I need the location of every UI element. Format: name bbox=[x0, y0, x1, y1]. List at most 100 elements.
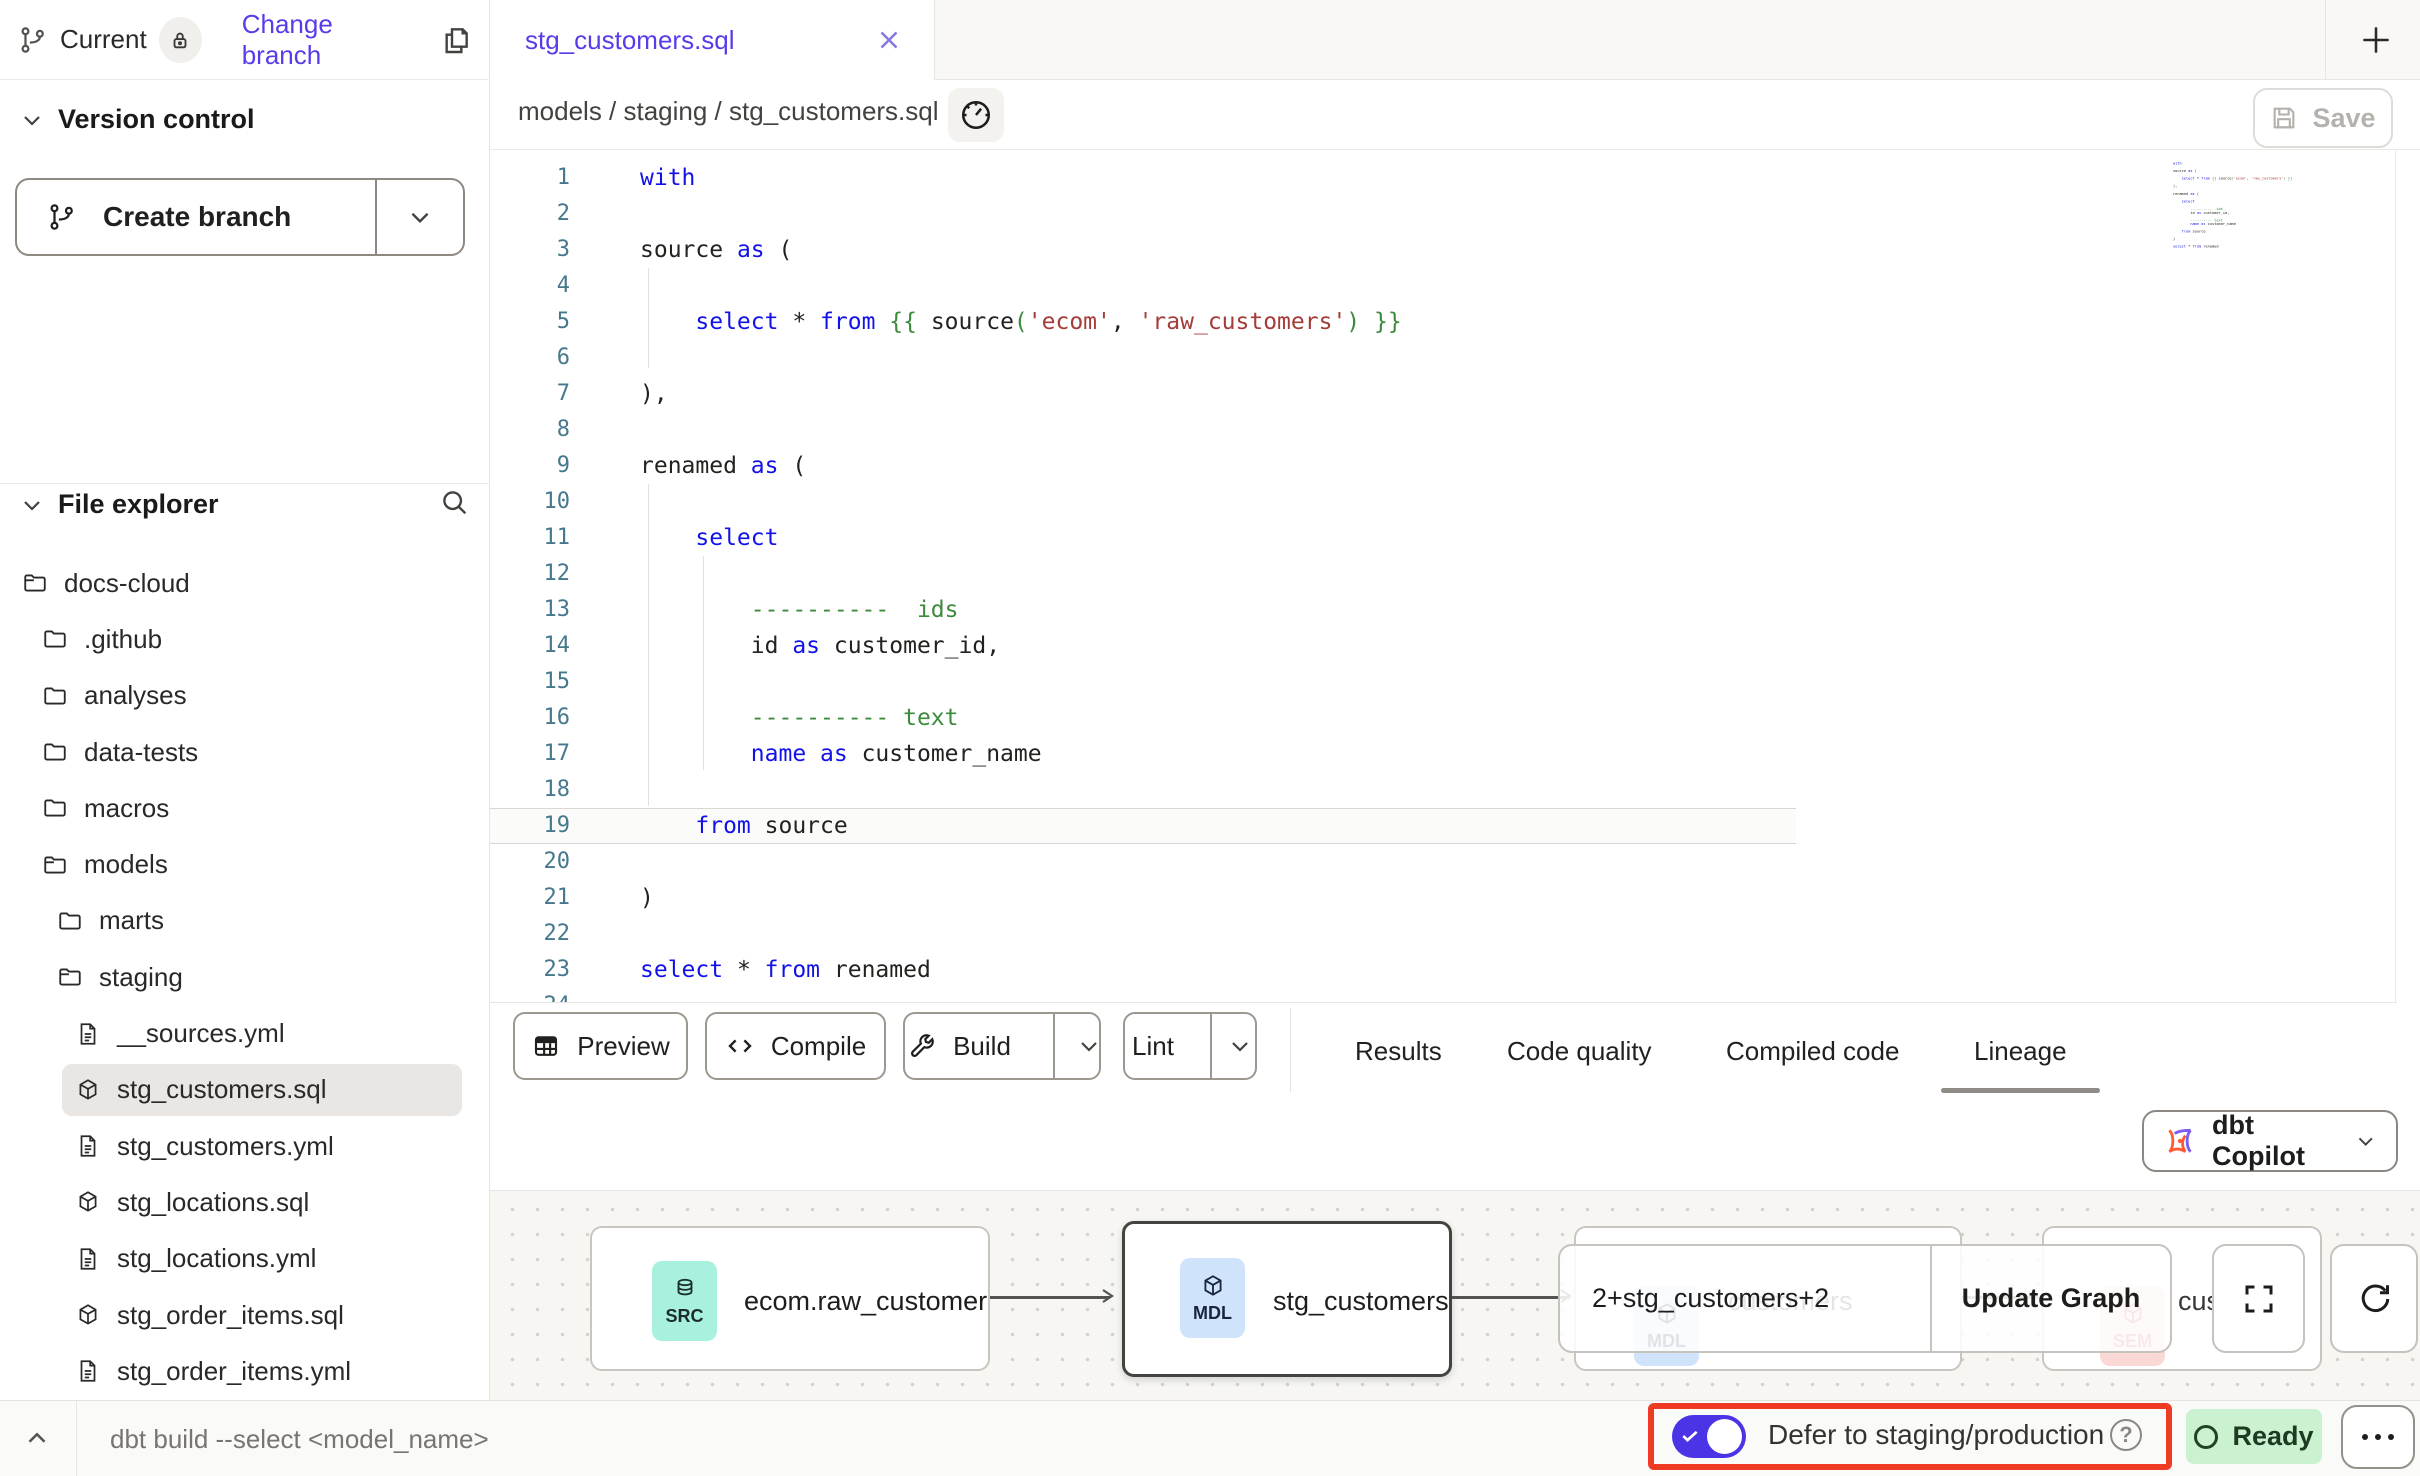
active-tab-underline bbox=[1941, 1088, 2100, 1093]
lint-label: Lint bbox=[1132, 1031, 1174, 1062]
chevron-up-icon[interactable] bbox=[22, 1423, 52, 1453]
dbt-cloud-ide: Current Change branch Version control Cr… bbox=[0, 0, 2420, 1476]
file-tree-item[interactable]: stg_customers.sql bbox=[0, 1062, 490, 1118]
ready-circle-icon bbox=[2194, 1425, 2218, 1449]
plus-icon bbox=[2357, 21, 2395, 59]
line-number: 11 bbox=[490, 520, 600, 556]
line-number: 6 bbox=[490, 340, 600, 376]
line-number: 21 bbox=[490, 880, 600, 916]
code-lines: 1with23source as (45 select * from {{ so… bbox=[490, 160, 2397, 1003]
gauge-icon bbox=[958, 97, 994, 133]
editor-right-border bbox=[2395, 150, 2396, 1003]
change-branch-link[interactable]: Change branch bbox=[242, 9, 408, 71]
file-tree-item[interactable]: docs-cloud bbox=[0, 555, 490, 611]
build-button[interactable]: Build bbox=[903, 1012, 1101, 1080]
preview-label: Preview bbox=[577, 1031, 669, 1062]
file-tree-item[interactable]: models bbox=[0, 836, 490, 892]
file-tree-label: docs-cloud bbox=[64, 568, 190, 599]
preview-button[interactable]: Preview bbox=[513, 1012, 688, 1080]
create-branch-dropdown[interactable] bbox=[375, 180, 463, 254]
file-yml-icon bbox=[75, 1133, 101, 1159]
file-tree-item[interactable]: __sources.yml bbox=[0, 1005, 490, 1061]
file-tree-label: stg_customers.yml bbox=[117, 1131, 334, 1162]
file-yml-icon bbox=[75, 1358, 101, 1384]
folder-icon bbox=[42, 683, 68, 709]
lineage-node-stg-customers[interactable]: MDL stg_customers bbox=[1122, 1221, 1452, 1377]
branch-locked-chip bbox=[159, 17, 202, 63]
defer-toggle[interactable] bbox=[1672, 1415, 1746, 1458]
new-tab-button[interactable] bbox=[2352, 16, 2400, 64]
folder-icon bbox=[42, 795, 68, 821]
file-tree-item[interactable]: macros bbox=[0, 780, 490, 836]
build-main[interactable]: Build bbox=[881, 1014, 1037, 1078]
lineage-edge bbox=[1452, 1296, 1570, 1299]
line-number: 10 bbox=[490, 484, 600, 520]
file-tree-label: marts bbox=[99, 905, 164, 936]
tab-title: stg_customers.sql bbox=[525, 25, 735, 56]
file-explorer-header[interactable]: File explorer bbox=[20, 489, 219, 520]
source-badge: SRC bbox=[652, 1261, 717, 1341]
file-tree-item[interactable]: stg_locations.yml bbox=[0, 1231, 490, 1287]
fullscreen-button[interactable] bbox=[2212, 1244, 2305, 1353]
file-tree-item[interactable]: stg_order_items.sql bbox=[0, 1287, 490, 1343]
search-icon[interactable] bbox=[438, 486, 470, 518]
tab-compiled-code[interactable]: Compiled code bbox=[1726, 1003, 1899, 1100]
more-options-button[interactable] bbox=[2341, 1405, 2415, 1469]
file-tree-label: data-tests bbox=[84, 737, 198, 768]
file-tree-item[interactable]: staging bbox=[0, 949, 490, 1005]
tab-lineage[interactable]: Lineage bbox=[1974, 1003, 2067, 1100]
file-tree-item[interactable]: marts bbox=[0, 893, 490, 949]
copy-icon[interactable] bbox=[440, 24, 472, 56]
file-tree-item[interactable]: stg_customers.yml bbox=[0, 1118, 490, 1174]
ready-label: Ready bbox=[2232, 1421, 2313, 1452]
lineage-selector-input[interactable]: 2+stg_customers+2 bbox=[1560, 1283, 1930, 1314]
file-tree-label: analyses bbox=[84, 680, 187, 711]
model-badge: MDL bbox=[1180, 1258, 1245, 1338]
file-tree-item[interactable]: stg_order_items.yml bbox=[0, 1343, 490, 1399]
save-button[interactable]: Save bbox=[2253, 88, 2393, 148]
tab-stg-customers-sql[interactable]: stg_customers.sql bbox=[490, 0, 935, 80]
tab-code-quality[interactable]: Code quality bbox=[1507, 1003, 1652, 1100]
file-tree-item[interactable]: stg_locations.sql bbox=[0, 1174, 490, 1230]
line-number: 9 bbox=[490, 448, 600, 484]
lint-main[interactable]: Lint bbox=[1112, 1014, 1194, 1078]
lineage-node-source[interactable]: SRC ecom.raw_customers bbox=[590, 1226, 990, 1371]
version-control-header[interactable]: Version control bbox=[20, 104, 255, 135]
dbt-copilot-button[interactable]: dbt Copilot bbox=[2142, 1110, 2398, 1172]
file-tree: docs-cloud .github analyses data-tests macro… bbox=[0, 555, 490, 1399]
lint-dropdown[interactable] bbox=[1210, 1014, 1268, 1078]
lineage-panel[interactable]: SRC ecom.raw_customers MDL stg_customers… bbox=[490, 1190, 2420, 1400]
line-number: 18 bbox=[490, 772, 600, 808]
line-number: 3 bbox=[490, 232, 600, 268]
update-graph-button[interactable]: Update Graph bbox=[1930, 1246, 2170, 1351]
branch-bar: Current Change branch bbox=[0, 0, 490, 80]
close-icon[interactable] bbox=[874, 25, 904, 55]
code-editor[interactable]: 1with23source as (45 select * from {{ so… bbox=[490, 150, 2397, 1003]
code-line: 22 bbox=[490, 916, 2397, 952]
code-icon bbox=[725, 1031, 755, 1061]
refresh-button[interactable] bbox=[2330, 1244, 2418, 1353]
compile-button[interactable]: Compile bbox=[705, 1012, 886, 1080]
tab-results[interactable]: Results bbox=[1355, 1003, 1442, 1100]
help-icon[interactable]: ? bbox=[2110, 1419, 2142, 1451]
create-branch-button[interactable]: Create branch bbox=[15, 178, 465, 256]
code-line: 15 bbox=[490, 664, 2397, 700]
file-tree-item[interactable]: analyses bbox=[0, 668, 490, 724]
code-line: 2 bbox=[490, 196, 2397, 232]
line-number: 13 bbox=[490, 592, 600, 628]
line-number: 16 bbox=[490, 700, 600, 736]
lock-icon bbox=[169, 29, 191, 51]
file-tree-label: stg_locations.sql bbox=[117, 1187, 309, 1218]
create-branch-label: Create branch bbox=[103, 201, 291, 233]
table-icon bbox=[531, 1031, 561, 1061]
code-line: 18 bbox=[490, 772, 2397, 808]
file-tree-item[interactable]: data-tests bbox=[0, 724, 490, 780]
lint-button[interactable]: Lint bbox=[1123, 1012, 1257, 1080]
line-number: 15 bbox=[490, 664, 600, 700]
file-yml-icon bbox=[75, 1021, 101, 1047]
model-health-button[interactable] bbox=[948, 88, 1004, 142]
file-tree-item[interactable]: .github bbox=[0, 611, 490, 667]
code-line: 16 ---------- text bbox=[490, 700, 2397, 736]
command-input[interactable]: dbt build --select <model_name> bbox=[110, 1424, 489, 1455]
chevron-down-icon bbox=[20, 108, 44, 132]
